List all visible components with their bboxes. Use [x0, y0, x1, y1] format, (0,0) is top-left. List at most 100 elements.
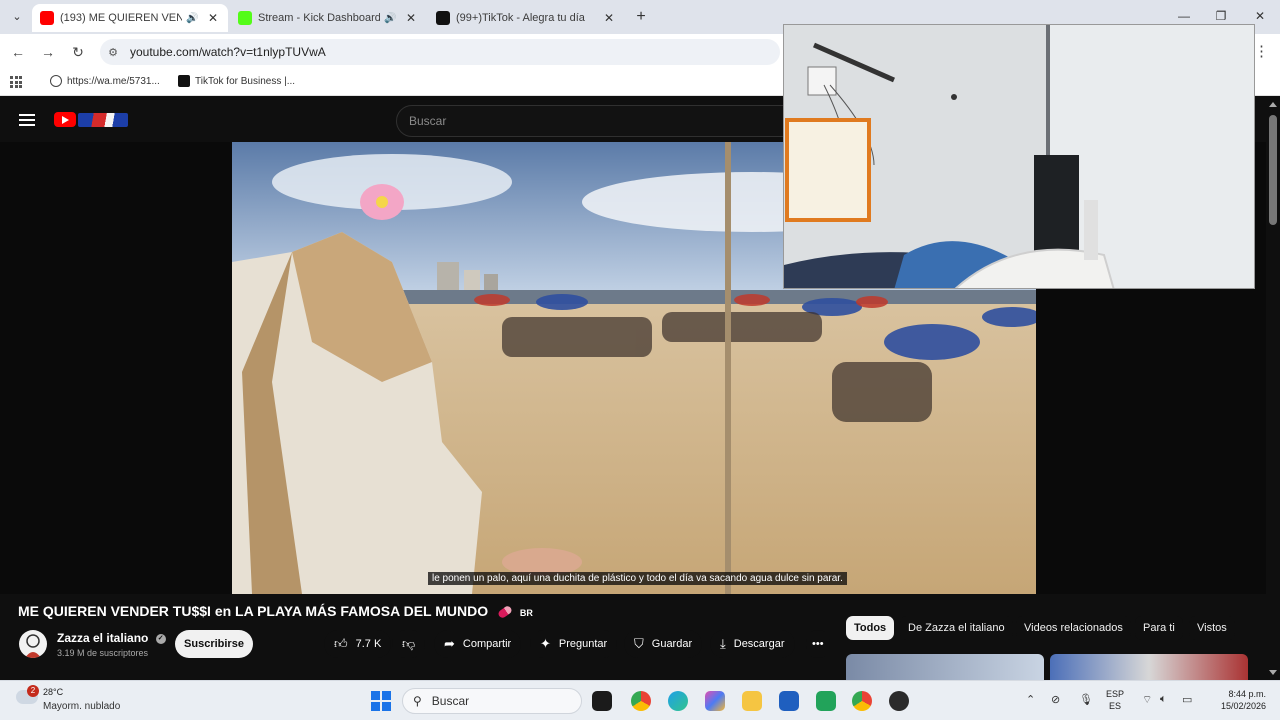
- microphone-icon[interactable]: 🎙︎: [1079, 693, 1093, 706]
- search-input[interactable]: Buscar: [396, 105, 796, 137]
- channel-name[interactable]: Zazza el italiano ✓: [57, 631, 166, 645]
- taskbar-search-label: Buscar: [431, 694, 470, 708]
- title-tag: BR: [519, 608, 533, 618]
- tiktok-favicon-icon: [436, 11, 450, 25]
- page-scrollbar[interactable]: [1266, 100, 1280, 680]
- weather-badge: 2: [27, 685, 39, 697]
- channel-name-text: Zazza el italiano: [57, 631, 149, 645]
- chip-videos-relacionados[interactable]: Videos relacionados: [1016, 616, 1131, 640]
- volume-icon[interactable]: 🔈︎: [1160, 693, 1167, 706]
- forward-icon[interactable]: →: [39, 43, 57, 61]
- bookmark-tiktok-business[interactable]: TikTok for Business |...: [178, 75, 295, 87]
- taskbar-search-box[interactable]: ⚲ Buscar: [402, 688, 582, 714]
- speaker-icon[interactable]: 🔊: [186, 13, 200, 24]
- chip-vistos[interactable]: Vistos: [1189, 616, 1235, 640]
- youtube-doodle-logo[interactable]: [78, 113, 128, 127]
- windows-start-icon[interactable]: [371, 691, 391, 711]
- download-icon: ⤓: [720, 636, 726, 651]
- recommended-video-thumbnail[interactable]: [846, 654, 1044, 680]
- subscribe-button[interactable]: Suscribirse: [175, 630, 253, 658]
- clock-time: 8:44 p.m.: [1228, 689, 1266, 699]
- dislike-button[interactable]: 👎︎: [392, 630, 426, 658]
- lipstick-emoji-icon: [496, 605, 514, 620]
- minimize-icon[interactable]: —: [1175, 9, 1193, 23]
- sparkle-icon: ✦: [540, 636, 551, 651]
- kick-favicon-icon: [238, 11, 252, 25]
- language-line1: ESP: [1106, 689, 1125, 699]
- close-tab-icon[interactable]: ✕: [602, 11, 616, 25]
- chip-todos[interactable]: Todos: [846, 616, 895, 640]
- channel-avatar[interactable]: [19, 630, 47, 658]
- network-off-icon[interactable]: ⊘: [1051, 693, 1060, 706]
- ask-label: Preguntar: [558, 638, 608, 650]
- chip-para-ti[interactable]: Para ti: [1135, 616, 1183, 640]
- tab-tiktok[interactable]: (99+)TikTok - Alegra tu día ✕: [428, 4, 624, 32]
- webcam-overlay: [783, 24, 1255, 289]
- weather-condition[interactable]: Mayorm. nublado: [43, 701, 120, 712]
- recommended-video-thumbnail[interactable]: [1050, 654, 1248, 680]
- share-label: Compartir: [462, 638, 512, 650]
- wifi-icon[interactable]: ⌔: [1142, 693, 1152, 707]
- edge-icon[interactable]: [668, 691, 688, 711]
- input-language-indicator[interactable]: ESP ES: [1106, 688, 1124, 712]
- bookmark-label: https://wa.me/5731...: [67, 75, 160, 87]
- thumbs-up-icon: 👍︎: [334, 636, 348, 651]
- close-window-icon[interactable]: ✕: [1251, 9, 1269, 23]
- like-button[interactable]: 👍︎ 7.7 K: [324, 630, 392, 658]
- chrome-profile-icon[interactable]: [852, 691, 872, 711]
- clock-date: 15/02/2026: [1220, 701, 1266, 711]
- browser-menu-icon[interactable]: ⋮: [1254, 43, 1269, 61]
- battery-icon[interactable]: ▭: [1182, 693, 1192, 706]
- taskbar-clock[interactable]: 8:44 p.m. 15/02/2026: [1206, 688, 1266, 712]
- search-icon: ⚲: [413, 694, 422, 708]
- close-tab-icon[interactable]: ✕: [206, 11, 220, 25]
- share-icon: ➦: [444, 636, 455, 651]
- download-label: Descargar: [733, 638, 785, 650]
- scrollbar-thumb[interactable]: [1269, 115, 1277, 225]
- bookmark-icon: ⛉: [634, 636, 644, 651]
- avatar-face-icon: [25, 634, 41, 658]
- show-hidden-icons-chevron-icon[interactable]: ⌃: [1026, 693, 1035, 706]
- tab-youtube[interactable]: (193) ME QUIEREN VENDEI 🔊 ✕: [32, 4, 228, 32]
- task-view-icon[interactable]: [592, 691, 612, 711]
- save-label: Guardar: [651, 638, 693, 650]
- tiktok-icon: [178, 75, 190, 87]
- scroll-down-arrow-icon[interactable]: [1269, 670, 1277, 675]
- address-bar[interactable]: ⚙ youtube.com/watch?v=t1nlypTUVwA: [100, 39, 780, 65]
- chrome-icon[interactable]: [631, 691, 651, 711]
- tab-title: (193) ME QUIEREN VENDEI: [60, 12, 182, 24]
- store-icon[interactable]: [779, 691, 799, 711]
- scroll-up-arrow-icon[interactable]: [1269, 102, 1277, 107]
- site-info-icon[interactable]: ⚙: [100, 46, 126, 59]
- menu-icon[interactable]: [19, 114, 35, 126]
- thumbs-down-icon: 👎︎: [402, 636, 416, 651]
- ask-button[interactable]: ✦ Preguntar: [530, 630, 618, 658]
- obs-icon[interactable]: [889, 691, 909, 711]
- webcam-room-image: [784, 25, 1254, 288]
- share-button[interactable]: ➦ Compartir: [434, 630, 522, 658]
- video-title-text: ME QUIEREN VENDER TU$$I en LA PLAYA MÁS …: [18, 603, 489, 619]
- youtube-logo-icon[interactable]: [54, 112, 76, 127]
- weather-temperature[interactable]: 28°C: [43, 687, 63, 697]
- download-button[interactable]: ⤓ Descargar: [710, 630, 795, 658]
- reload-icon[interactable]: ↻: [69, 43, 87, 61]
- copilot-icon[interactable]: [705, 691, 725, 711]
- apps-grid-icon[interactable]: [10, 76, 22, 88]
- tab-kick-dashboard[interactable]: Stream - Kick Dashboard 🔊 ✕: [230, 4, 426, 32]
- globe-icon: [50, 75, 62, 87]
- video-info: ME QUIEREN VENDER TU$$I en LA PLAYA MÁS …: [0, 594, 1266, 680]
- spreadsheet-app-icon[interactable]: [816, 691, 836, 711]
- chip-de-zazza[interactable]: De Zazza el italiano: [900, 616, 1013, 640]
- close-tab-icon[interactable]: ✕: [404, 11, 418, 25]
- more-actions-button[interactable]: •••: [806, 630, 830, 658]
- speaker-icon[interactable]: 🔊: [384, 13, 398, 24]
- back-icon[interactable]: ←: [9, 43, 27, 61]
- url-text: youtube.com/watch?v=t1nlypTUVwA: [130, 45, 326, 59]
- video-subtitle: le ponen un palo, aquí una duchita de pl…: [428, 572, 847, 585]
- save-button[interactable]: ⛉ Guardar: [624, 630, 703, 658]
- file-explorer-icon[interactable]: [742, 691, 762, 711]
- tab-search-chevron-icon[interactable]: ⌄: [8, 8, 26, 26]
- restore-icon[interactable]: ❐: [1212, 9, 1230, 23]
- bookmark-whatsapp[interactable]: https://wa.me/5731...: [50, 75, 160, 87]
- new-tab-button[interactable]: +: [632, 8, 650, 26]
